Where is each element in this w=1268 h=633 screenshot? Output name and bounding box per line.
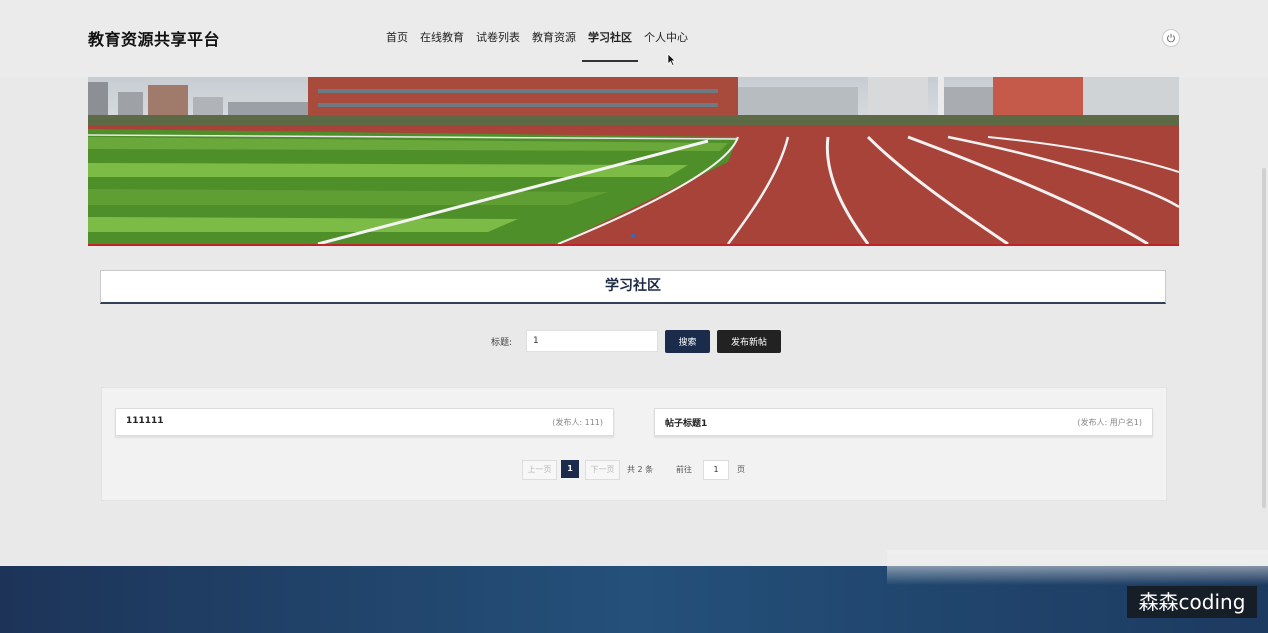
goto-label: 前往 — [676, 465, 692, 474]
main-nav: 首页 在线教育 试卷列表 教育资源 学习社区 个人中心 — [380, 0, 694, 62]
post-card[interactable]: 帖子标题1 (发布人: 用户名1) — [654, 408, 1153, 436]
section-title: 学习社区 — [100, 270, 1166, 304]
nav-learning-community[interactable]: 学习社区 — [582, 0, 638, 62]
next-page-button[interactable]: 下一页 — [585, 460, 620, 480]
nav-education-resources[interactable]: 教育资源 — [526, 0, 582, 62]
mouse-cursor-icon — [667, 51, 676, 70]
power-icon[interactable] — [1162, 29, 1180, 47]
prev-page-button[interactable]: 上一页 — [522, 460, 557, 480]
publish-post-button[interactable]: 发布新帖 — [717, 330, 781, 353]
nav-online-education[interactable]: 在线教育 — [414, 0, 470, 62]
goto-page-input[interactable]: 1 — [703, 460, 729, 480]
total-count: 共 2 条 — [627, 465, 654, 474]
post-card[interactable]: 111111 (发布人: 111) — [115, 408, 614, 436]
page-scrollbar[interactable] — [1262, 168, 1266, 508]
title-search-input[interactable] — [526, 330, 658, 352]
top-header: 教育资源共享平台 首页 在线教育 试卷列表 教育资源 学习社区 个人中心 — [0, 0, 1268, 77]
nav-personal-center[interactable]: 个人中心 — [638, 0, 694, 62]
post-title[interactable]: 111111 — [126, 416, 164, 426]
post-title[interactable]: 帖子标题1 — [665, 416, 707, 429]
page-number-current[interactable]: 1 — [561, 460, 579, 478]
nav-exam-list[interactable]: 试卷列表 — [470, 0, 526, 62]
watermark: 森森coding — [1127, 586, 1257, 618]
posts-panel: 111111 (发布人: 111) 帖子标题1 (发布人: 用户名1) 上一页 … — [101, 387, 1167, 501]
title-filter-label: 标题: — [491, 338, 513, 348]
post-author: (发布人: 用户名1) — [1077, 418, 1142, 427]
post-author: (发布人: 111) — [552, 418, 603, 427]
footer-overlay — [887, 550, 1268, 585]
pagination: 上一页 1 下一页 共 2 条 前往 1 页 — [102, 460, 1166, 480]
site-title[interactable]: 教育资源共享平台 — [88, 26, 220, 50]
nav-home[interactable]: 首页 — [380, 0, 414, 62]
hero-banner — [88, 77, 1179, 246]
search-button[interactable]: 搜索 — [665, 330, 710, 353]
page-unit-label: 页 — [737, 465, 745, 474]
